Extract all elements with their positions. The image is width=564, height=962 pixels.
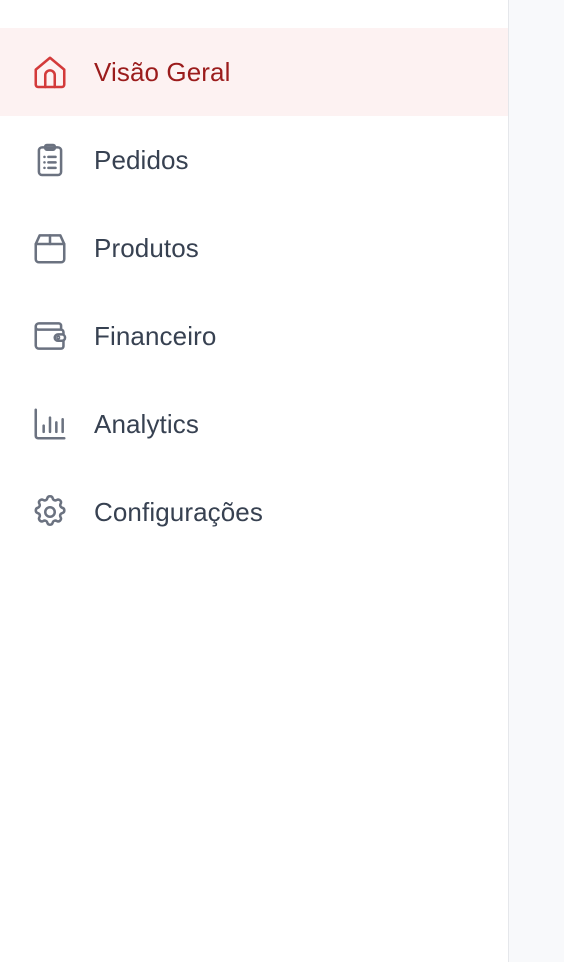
sidebar-item-label: Configurações xyxy=(94,496,263,527)
home-icon xyxy=(30,52,70,92)
sidebar-nav: Visão Geral Pedidos Produtos Financeiro … xyxy=(0,28,508,556)
sidebar-item-label: Financeiro xyxy=(94,320,217,351)
clipboard-list-icon xyxy=(30,140,70,180)
box-icon xyxy=(30,228,70,268)
wallet-icon xyxy=(30,316,70,356)
sidebar-item-financeiro[interactable]: Financeiro xyxy=(0,292,508,380)
main-content-area xyxy=(509,0,564,962)
sidebar-item-label: Pedidos xyxy=(94,144,189,175)
bar-chart-icon xyxy=(30,404,70,444)
sidebar-item-pedidos[interactable]: Pedidos xyxy=(0,116,508,204)
sidebar-item-label: Produtos xyxy=(94,232,199,263)
sidebar-item-analytics[interactable]: Analytics xyxy=(0,380,508,468)
gear-icon xyxy=(30,492,70,532)
sidebar-item-configuracoes[interactable]: Configurações xyxy=(0,468,508,556)
sidebar-item-label: Analytics xyxy=(94,408,199,439)
sidebar: Visão Geral Pedidos Produtos Financeiro … xyxy=(0,0,509,962)
sidebar-item-produtos[interactable]: Produtos xyxy=(0,204,508,292)
sidebar-item-label: Visão Geral xyxy=(94,56,231,87)
sidebar-item-visao-geral[interactable]: Visão Geral xyxy=(0,28,508,116)
